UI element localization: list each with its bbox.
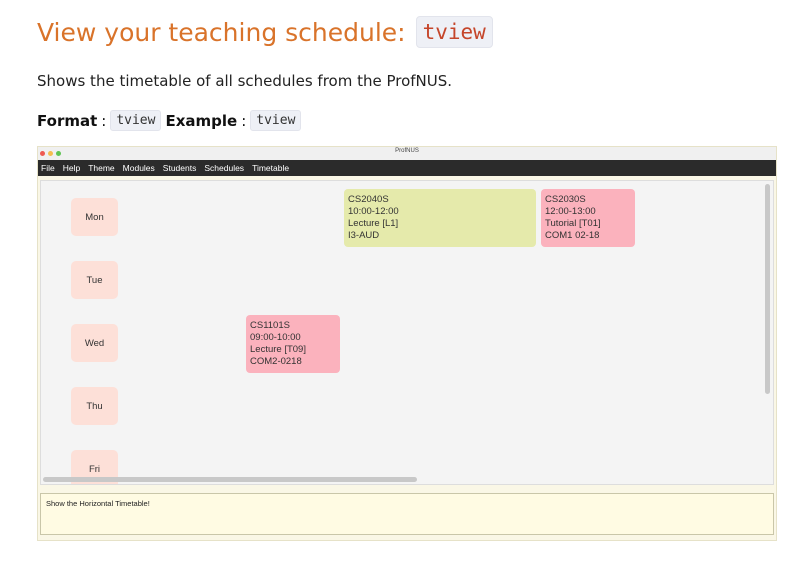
heading-command-code: tview xyxy=(415,16,493,48)
lesson-type: Lecture [T09] xyxy=(250,344,306,355)
window-titlebar: ProfNUS xyxy=(38,147,776,160)
lesson-venue: I3-AUD xyxy=(348,230,380,241)
horizontal-scrollbar[interactable] xyxy=(43,477,417,482)
lesson-time: 10:00-12:00 xyxy=(348,206,399,217)
lesson-card-cs1101s[interactable]: CS1101S 09:00-10:00 Lecture [T09] COM2-0… xyxy=(246,315,340,373)
example-label: Example xyxy=(165,111,238,130)
vertical-scrollbar[interactable] xyxy=(765,184,770,394)
menu-students[interactable]: Students xyxy=(163,163,197,173)
format-label: Format xyxy=(37,111,98,130)
day-label-thu: Thu xyxy=(71,387,118,425)
lesson-type: Lecture [L1] xyxy=(348,218,399,229)
menu-help[interactable]: Help xyxy=(63,163,80,173)
description: Shows the timetable of all schedules fro… xyxy=(37,72,453,90)
menu-bar: File Help Theme Modules Students Schedul… xyxy=(38,160,776,176)
format-code: tview xyxy=(110,110,162,131)
day-label-tue: Tue xyxy=(71,261,118,299)
menu-schedules[interactable]: Schedules xyxy=(204,163,244,173)
menu-timetable[interactable]: Timetable xyxy=(252,163,289,173)
lesson-module: CS2040S xyxy=(348,194,389,205)
lesson-type: Tutorial [T01] xyxy=(545,218,601,229)
example-code: tview xyxy=(250,110,302,131)
format-line: Format: tview Example: tview xyxy=(37,110,302,131)
menu-modules[interactable]: Modules xyxy=(123,163,155,173)
lesson-module: CS1101S xyxy=(250,320,290,331)
heading-text: View your teaching schedule: xyxy=(37,17,406,47)
app-window-screenshot: ProfNUS File Help Theme Modules Students… xyxy=(37,146,777,541)
lesson-card-cs2030s[interactable]: CS2030S 12:00-13:00 Tutorial [T01] COM1 … xyxy=(541,189,635,247)
day-label-wed: Wed xyxy=(71,324,118,362)
day-label-mon: Mon xyxy=(71,198,118,236)
lesson-time: 09:00-10:00 xyxy=(250,332,301,343)
lesson-card-cs2040s[interactable]: CS2040S 10:00-12:00 Lecture [L1] I3-AUD xyxy=(344,189,536,247)
timetable-panel: Mon Tue Wed Thu Fri CS2040S 10:00-12:00 … xyxy=(40,180,774,485)
menu-theme[interactable]: Theme xyxy=(88,163,114,173)
lesson-time: 12:00-13:00 xyxy=(545,206,596,217)
result-display: Show the Horizontal Timetable! xyxy=(40,493,774,535)
menu-file[interactable]: File xyxy=(41,163,55,173)
lesson-venue: COM1 02-18 xyxy=(545,230,600,241)
lesson-module: CS2030S xyxy=(545,194,586,205)
page-heading: View your teaching schedule: tview xyxy=(37,16,493,48)
window-title: ProfNUS xyxy=(395,148,419,154)
lesson-venue: COM2-0218 xyxy=(250,356,302,367)
